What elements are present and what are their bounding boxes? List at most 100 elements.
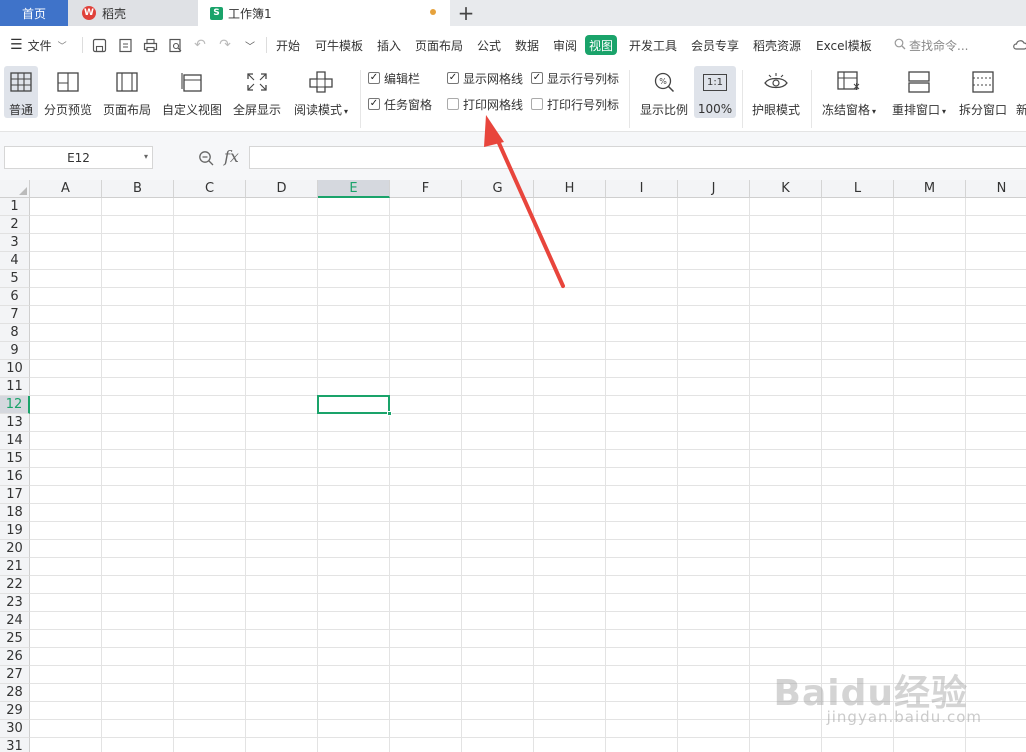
arrange-windows-button[interactable]: 重排窗口 ▾ [888, 66, 950, 118]
file-menu-button[interactable]: ☰ 文件 ﹀ [10, 26, 67, 64]
print-icon[interactable] [142, 37, 158, 53]
menu-item-insert[interactable]: 插入 [377, 26, 401, 64]
checkbox-show-headings[interactable]: ✓ 显示行号列标 [531, 69, 619, 87]
freeze-panes-button[interactable]: 冻结窗格 ▾ [818, 66, 880, 118]
formula-input[interactable] [249, 146, 1026, 169]
name-box[interactable]: E12 ▾ [4, 146, 153, 169]
fill-handle[interactable] [387, 411, 392, 416]
row-header[interactable]: 24 [0, 612, 30, 630]
menu-item-start[interactable]: 开始 [276, 26, 300, 64]
column-header[interactable]: L [822, 180, 894, 198]
select-all-button[interactable] [0, 180, 30, 198]
column-header[interactable]: I [606, 180, 678, 198]
row-header[interactable]: 22 [0, 576, 30, 594]
checkbox-task-pane[interactable]: ✓ 任务窗格 [368, 95, 432, 113]
row-header[interactable]: 20 [0, 540, 30, 558]
row-header[interactable]: 30 [0, 720, 30, 738]
export-pdf-icon[interactable] [117, 37, 133, 53]
menu-item-view[interactable]: 视图 [585, 35, 618, 55]
menu-item-developer[interactable]: 开发工具 [629, 26, 677, 64]
column-header[interactable]: F [390, 180, 462, 198]
tab-daoke[interactable]: W 稻壳 [68, 0, 198, 26]
checkbox-formula-bar[interactable]: ✓ 编辑栏 [368, 69, 420, 87]
cloud-icon[interactable] [1012, 37, 1026, 53]
row-header[interactable]: 19 [0, 522, 30, 540]
menu-item-membership[interactable]: 会员专享 [691, 26, 739, 64]
menu-item-formulas[interactable]: 公式 [477, 26, 501, 64]
checkbox-print-gridlines-label: 打印网格线 [463, 97, 524, 112]
row-header[interactable]: 11 [0, 378, 30, 396]
menu-item-templates[interactable]: 可牛模板 [315, 26, 363, 64]
zoom-in-icon[interactable] [198, 150, 214, 170]
row-header[interactable]: 9 [0, 342, 30, 360]
column-header[interactable]: J [678, 180, 750, 198]
row-header[interactable]: 13 [0, 414, 30, 432]
column-header[interactable]: N [966, 180, 1026, 198]
menu-item-data[interactable]: 数据 [515, 26, 539, 64]
column-header[interactable]: G [462, 180, 534, 198]
eye-icon [762, 68, 790, 95]
column-header[interactable]: M [894, 180, 966, 198]
menu-item-page-layout[interactable]: 页面布局 [415, 26, 463, 64]
row-header[interactable]: 23 [0, 594, 30, 612]
row-header[interactable]: 16 [0, 468, 30, 486]
row-header[interactable]: 17 [0, 486, 30, 504]
row-header[interactable]: 29 [0, 702, 30, 720]
fullscreen-button[interactable]: 全屏显示 [233, 66, 281, 118]
zoom-button[interactable]: % 显示比例 [638, 66, 690, 118]
column-header[interactable]: B [102, 180, 174, 198]
row-header[interactable]: 12 [0, 396, 30, 414]
function-icon[interactable]: fx [224, 147, 239, 166]
column-header[interactable]: E [318, 180, 390, 198]
row-header[interactable]: 14 [0, 432, 30, 450]
column-header[interactable]: C [174, 180, 246, 198]
menu-item-excel-templates[interactable]: Excel模板 [816, 26, 872, 64]
row-header[interactable]: 6 [0, 288, 30, 306]
row-header[interactable]: 2 [0, 216, 30, 234]
row-header[interactable]: 26 [0, 648, 30, 666]
page-layout-view-label: 页面布局 [103, 103, 152, 117]
row-header[interactable]: 8 [0, 324, 30, 342]
tab-workbook[interactable]: S 工作簿1 [198, 0, 450, 26]
row-header[interactable]: 5 [0, 270, 30, 288]
tab-home[interactable]: 首页 [0, 0, 68, 26]
split-window-button[interactable]: 拆分窗口 [956, 66, 1010, 118]
column-header[interactable]: A [30, 180, 102, 198]
selected-cell[interactable] [317, 395, 390, 414]
reading-mode-button[interactable]: 阅读模式 ▾ [292, 66, 350, 118]
row-header[interactable]: 27 [0, 666, 30, 684]
checkbox-print-gridlines[interactable]: 打印网格线 [447, 95, 523, 113]
page-layout-view-button[interactable]: 页面布局 [103, 66, 151, 118]
new-tab-button[interactable]: + [452, 0, 480, 26]
row-header[interactable]: 25 [0, 630, 30, 648]
print-preview-icon[interactable] [167, 37, 183, 53]
row-header[interactable]: 18 [0, 504, 30, 522]
normal-view-button[interactable]: 普通 [4, 66, 38, 118]
row-header[interactable]: 1 [0, 198, 30, 216]
checkbox-show-gridlines[interactable]: ✓ 显示网格线 [447, 69, 523, 87]
custom-view-button[interactable]: 自定义视图 [162, 66, 222, 118]
save-icon[interactable] [91, 37, 107, 53]
row-header[interactable]: 10 [0, 360, 30, 378]
column-header[interactable]: H [534, 180, 606, 198]
checkbox-print-headings[interactable]: 打印行号列标 [531, 95, 619, 113]
menu-item-review[interactable]: 审阅 [553, 26, 577, 64]
page-break-preview-button[interactable]: 分页预览 [44, 66, 92, 118]
eye-protection-button[interactable]: 护眼模式 [750, 66, 802, 118]
redo-icon[interactable]: ↷ [217, 37, 233, 53]
undo-icon[interactable]: ↶ [192, 37, 208, 53]
menu-item-daoke-resources[interactable]: 稻壳资源 [753, 26, 801, 64]
column-header[interactable]: D [246, 180, 318, 198]
quick-access-dropdown-icon[interactable]: ﹀ [242, 37, 258, 53]
command-search[interactable]: 查找命令... [894, 26, 968, 64]
row-header[interactable]: 4 [0, 252, 30, 270]
row-header[interactable]: 21 [0, 558, 30, 576]
zoom-100-button[interactable]: 1:1 100% [694, 66, 736, 118]
new-window-button[interactable]: 新 [1016, 66, 1026, 118]
row-header[interactable]: 15 [0, 450, 30, 468]
column-header[interactable]: K [750, 180, 822, 198]
row-header[interactable]: 28 [0, 684, 30, 702]
row-header[interactable]: 31 [0, 738, 30, 752]
row-header[interactable]: 7 [0, 306, 30, 324]
row-header[interactable]: 3 [0, 234, 30, 252]
